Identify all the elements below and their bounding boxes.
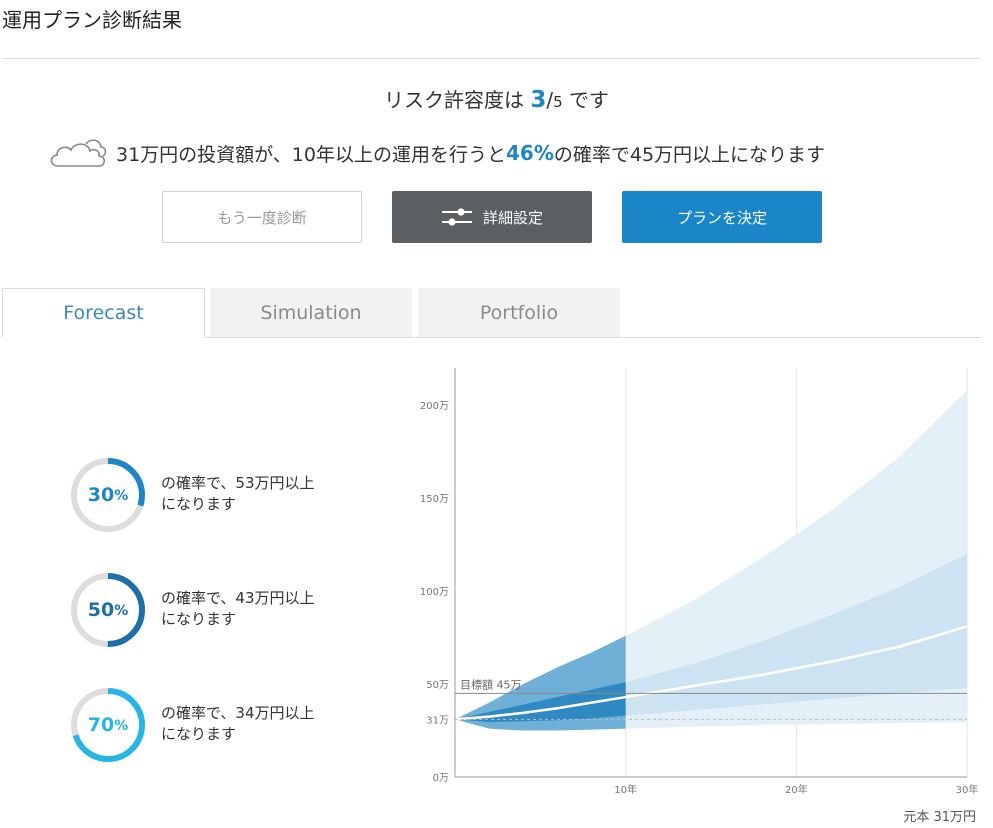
y-tick-label: 50万 [426, 680, 449, 691]
risk-suffix: です [562, 88, 610, 112]
plan-button-label: プランを決定 [676, 208, 767, 227]
summary-percent: 46% [505, 141, 554, 165]
page-title: 運用プラン診断結果 [2, 8, 182, 32]
probability-percent: 30% [87, 484, 129, 506]
target-label: 目標額 45万 [460, 677, 522, 691]
forecast-chart-svg: 目標額 45万 200万 150万 100万 50万 31万 0万 10年 20年 30年 [420, 368, 979, 796]
probability-item: 70% の確率で、34万円以上 になります [70, 687, 370, 763]
cloud-icon [50, 139, 107, 167]
summary-text-2: の確率で45万円以上になります [553, 143, 826, 166]
retry-button-label: もう一度診断 [217, 208, 307, 227]
detail-button-label: 詳細設定 [482, 208, 543, 227]
retry-diagnosis-button[interactable]: もう一度診断 [162, 191, 362, 243]
forecast-summary: 31万円の投資額が、10年以上の運用を行うと 46% の確率で45万円以上になります [46, 136, 825, 170]
x-tick-label: 20年 [785, 783, 808, 796]
y-tick-label: 100万 [420, 587, 449, 598]
risk-value: 3 [530, 87, 547, 113]
probability-percent: 50% [87, 599, 129, 621]
probability-item: 30% の確率で、53万円以上 になります [70, 457, 370, 533]
x-tick-label: 30年 [956, 783, 979, 796]
sliders-icon [441, 208, 472, 226]
x-tick-label: 10年 [614, 783, 637, 796]
probability-text: の確率で、43万円以上 になります [161, 589, 315, 628]
tab-forecast[interactable]: Forecast [2, 288, 205, 338]
risk-prefix: リスク許容度は [383, 88, 531, 112]
detail-settings-button[interactable]: 詳細設定 [392, 191, 592, 243]
probability-text: の確率で、34万円以上 になります [161, 704, 315, 743]
summary-text-1: 31万円の投資額が、10年以上の運用を行うと [116, 143, 506, 166]
tab-simulation[interactable]: Simulation [210, 288, 412, 338]
probability-text: の確率で、53万円以上 になります [161, 474, 315, 513]
risk-tolerance: リスク許容度は 3/5 です [0, 84, 993, 113]
y-tick-label: 200万 [420, 401, 449, 412]
decide-plan-button[interactable]: プランを決定 [622, 191, 822, 243]
probability-item: 50% の確率で、43万円以上 になります [70, 572, 370, 648]
y-tick-label: 150万 [420, 494, 449, 505]
title-divider [2, 58, 980, 59]
y-tick-label: 0万 [433, 773, 449, 784]
risk-max: 5 [553, 93, 563, 111]
probability-percent: 70% [87, 714, 129, 736]
y-tick-label: 31万 [426, 715, 449, 726]
forecast-chart: 目標額 45万 200万 150万 100万 50万 31万 0万 10年 20年 30年 [400, 360, 990, 828]
tab-portfolio[interactable]: Portfolio [418, 288, 620, 338]
principal-note: 元本 31万円 [903, 810, 976, 825]
